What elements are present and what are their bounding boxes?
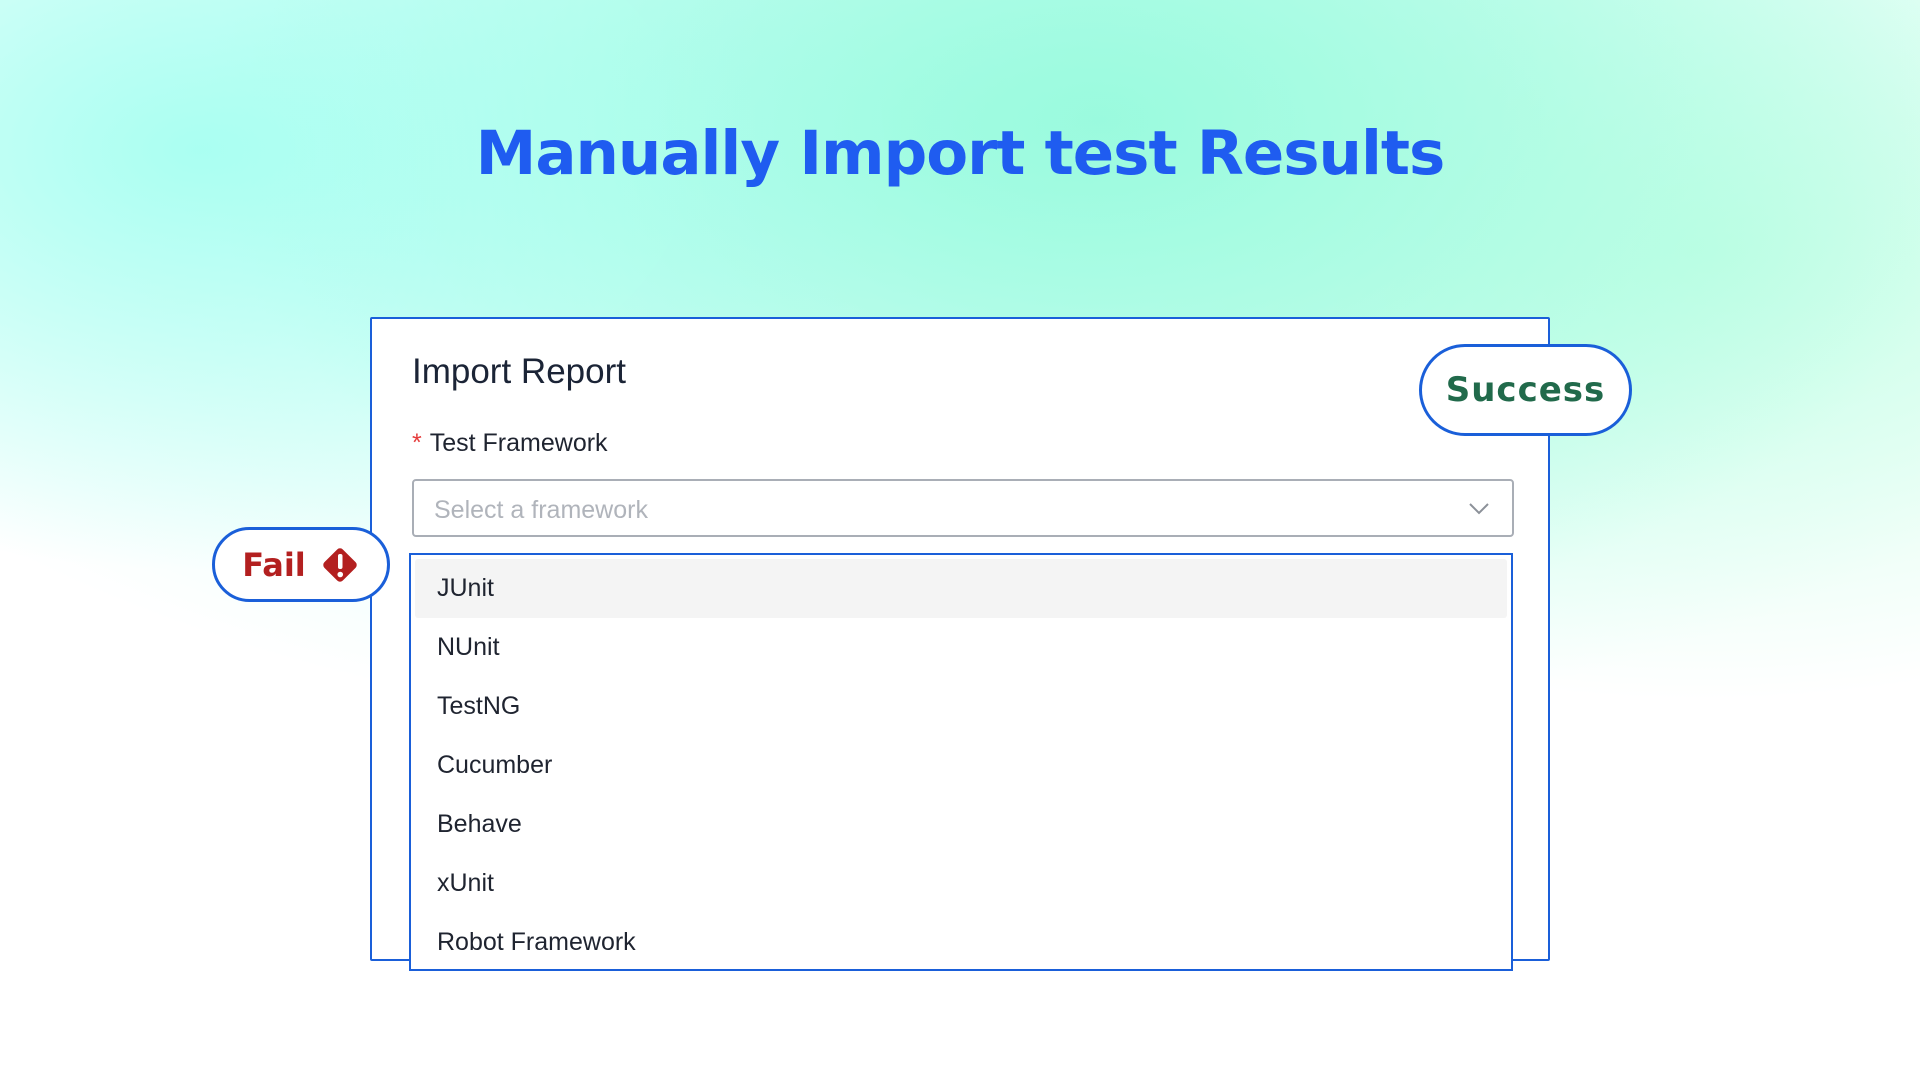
card-title: Import Report [412,352,626,391]
chevron-down-icon [1469,503,1489,515]
required-mark: * [412,429,422,457]
test-framework-label: * Test Framework [412,429,608,458]
select-placeholder: Select a framework [434,496,648,524]
success-badge: Success [1419,344,1632,436]
field-label-text: Test Framework [429,429,608,457]
option-cucumber[interactable]: Cucumber [415,736,1507,795]
page-headline: Manually Import test Results [475,118,1446,189]
success-label: Success [1445,370,1606,410]
option-xunit[interactable]: xUnit [415,854,1507,913]
option-nunit[interactable]: NUnit [415,618,1507,677]
option-behave[interactable]: Behave [415,795,1507,854]
framework-select[interactable]: Select a framework [412,479,1514,537]
fail-badge: Fail [212,527,390,602]
warning-diamond-icon [323,547,357,582]
option-testng[interactable]: TestNG [415,677,1507,736]
option-robot-framework[interactable]: Robot Framework [415,913,1507,972]
fail-label: Fail [242,545,306,584]
framework-dropdown-menu: JUnit NUnit TestNG Cucumber Behave xUnit… [409,553,1513,971]
option-junit[interactable]: JUnit [415,559,1507,618]
